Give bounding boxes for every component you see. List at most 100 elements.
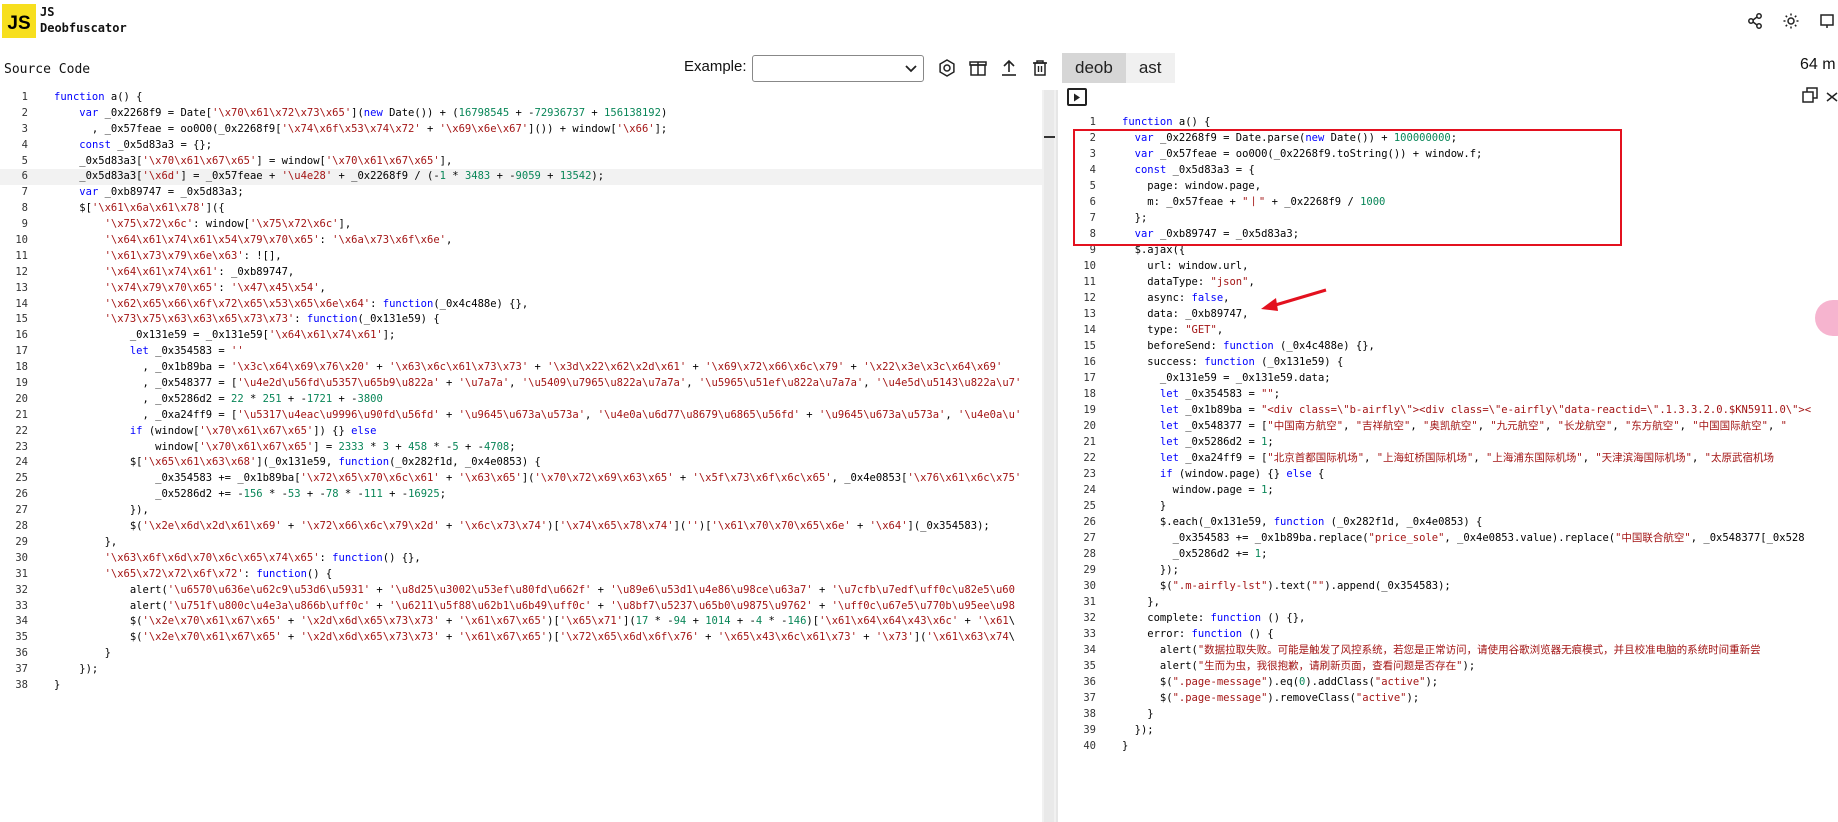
code-line[interactable]: 27 }), (0, 503, 1042, 519)
settings-icon[interactable] (936, 57, 958, 79)
code-line[interactable]: 5 _0x5d83a3['\x70\x61\x67\x65'] = window… (0, 154, 1042, 170)
line-number: 23 (15, 440, 28, 453)
code-line[interactable]: 34 alert("数据拉取失败。可能是触发了风控系统，若您是正常访问，请使用谷… (1062, 642, 1838, 658)
code-line[interactable]: 34 $('\x2e\x70\x61\x67\x65' + '\x2d\x6d\… (0, 614, 1042, 630)
code-line[interactable]: 21 , _0xa24ff9 = ['\u5317\u4eac\u9996\u9… (0, 408, 1042, 424)
line-number: 14 (1083, 324, 1096, 336)
example-select[interactable] (752, 55, 924, 82)
code-line[interactable]: 37 }); (0, 662, 1042, 678)
code-line[interactable]: 19 , _0x548377 = ['\u4e2d\u56fd\u5357\u6… (0, 376, 1042, 392)
code-line[interactable]: 38 } (1062, 706, 1838, 722)
code-line[interactable]: 26 _0x5286d2 += -156 * -53 + -78 * -111 … (0, 487, 1042, 503)
code-line[interactable]: 17 _0x131e59 = _0x131e59.data; (1062, 370, 1838, 386)
code-line[interactable]: 24 $['\x65\x61\x63\x68'](_0x131e59, func… (0, 455, 1042, 471)
code-line[interactable]: 33 alert('\u751f\u800c\u4e3a\u866b\uff0c… (0, 599, 1042, 615)
code-text: var _0x2268f9 = Date['\x70\x61\x72\x73\x… (79, 106, 668, 119)
copy-icon[interactable] (1802, 87, 1818, 108)
code-line[interactable]: 24 window.page = 1; (1062, 482, 1838, 498)
code-line[interactable]: 31 }, (1062, 594, 1838, 610)
code-line[interactable]: 18 let _0x354583 = ""; (1062, 386, 1838, 402)
line-number: 20 (15, 392, 28, 405)
code-line[interactable]: 8 $['\x61\x6a\x61\x78']({ (0, 201, 1042, 217)
share-icon[interactable] (1744, 10, 1766, 32)
code-line[interactable]: 22 let _0xa24ff9 = ["北京首都国际机场", "上海虹桥国际机… (1062, 450, 1838, 466)
code-line[interactable]: 36 } (0, 646, 1042, 662)
code-line[interactable]: 35 alert("生而为虫，我很抱歉，请刷新页面，查看问题是否存在"); (1062, 658, 1838, 674)
code-line[interactable]: 1 function a() { (0, 90, 1042, 106)
code-line[interactable]: 30 '\x63\x6f\x6d\x70\x6c\x65\x74\x65': f… (0, 551, 1042, 567)
code-line[interactable]: 12 async: false, (1062, 290, 1838, 306)
code-line[interactable]: 23 window['\x70\x61\x67\x65'] = 2333 * 3… (0, 440, 1042, 456)
code-line[interactable]: 4 const _0x5d83a3 = {}; (0, 138, 1042, 154)
code-line[interactable]: 35 $('\x2e\x70\x61\x67\x65' + '\x2d\x6d\… (0, 630, 1042, 646)
code-line[interactable]: 16 _0x131e59 = _0x131e59['\x64\x61\x74\x… (0, 328, 1042, 344)
code-line[interactable]: 38} (0, 678, 1042, 694)
code-line[interactable]: 30 $(".m-airfly-lst").text("").append(_0… (1062, 578, 1838, 594)
code-line[interactable]: 6 _0x5d83a3['\x6d'] = _0x57feae + '\u4e2… (0, 169, 1042, 186)
code-text: $(".page-message").eq(0).addClass("activ… (1122, 676, 1439, 688)
scrollbar-thumb[interactable] (1044, 90, 1054, 822)
code-line[interactable]: 26 $.each(_0x131e59, function (_0x282f1d… (1062, 514, 1838, 530)
upload-icon[interactable] (998, 57, 1020, 79)
code-line[interactable]: 14 '\x62\x65\x66\x6f\x72\x65\x53\x65\x6e… (0, 297, 1042, 313)
code-line[interactable]: 15 beforeSend: function (_0x4c488e) {}, (1062, 338, 1838, 354)
theme-sun-icon[interactable] (1780, 10, 1802, 32)
code-line[interactable]: 37 $(".page-message").removeClass("activ… (1062, 690, 1838, 706)
code-line[interactable]: 25 } (1062, 498, 1838, 514)
code-line[interactable]: 10 url: window.url, (1062, 258, 1838, 274)
code-text: if (window['\x70\x61\x67\x65']) {} else (129, 424, 377, 437)
trash-icon[interactable] (1029, 57, 1051, 79)
code-line[interactable]: 39 }); (1062, 722, 1838, 738)
code-line[interactable]: 32 complete: function () {}, (1062, 610, 1838, 626)
code-line[interactable]: 11 '\x61\x73\x79\x6e\x63': ![], (0, 249, 1042, 265)
code-line[interactable]: 28 _0x5286d2 += 1; (1062, 546, 1838, 562)
line-number: 31 (1083, 596, 1096, 608)
code-line[interactable]: 9 '\x75\x72\x6c': window['\x75\x72\x6c']… (0, 217, 1042, 233)
code-line[interactable]: 13 data: _0xb89747, (1062, 306, 1838, 322)
code-line[interactable]: 14 type: "GET", (1062, 322, 1838, 338)
code-line[interactable]: 16 success: function (_0x131e59) { (1062, 354, 1838, 370)
code-line[interactable]: 2 var _0x2268f9 = Date['\x70\x61\x72\x73… (0, 106, 1042, 122)
code-line[interactable]: 13 '\x74\x79\x70\x65': '\x47\x45\x54', (0, 281, 1042, 297)
code-text: $('\x2e\x70\x61\x67\x65' + '\x2d\x6d\x65… (54, 631, 1015, 644)
code-line[interactable]: 40} (1062, 738, 1838, 754)
tab-deob[interactable]: deob (1062, 53, 1126, 83)
code-line[interactable]: 21 let _0x5286d2 = 1; (1062, 434, 1838, 450)
code-line[interactable]: 22 if (window['\x70\x61\x67\x65']) {} el… (0, 424, 1042, 440)
code-text: _0x131e59 = _0x131e59['\x64\x61\x74\x61'… (54, 329, 396, 342)
code-line[interactable]: 25 _0x354583 += _0x1b89ba['\x72\x65\x70\… (0, 471, 1042, 487)
code-line[interactable]: 18 , _0x1b89ba = '\x3c\x64\x69\x76\x20' … (0, 360, 1042, 376)
source-scrollbar[interactable] (1042, 90, 1056, 822)
code-line[interactable]: 7 var _0xb89747 = _0x5d83a3; (0, 185, 1042, 201)
tab-ast[interactable]: ast (1125, 53, 1175, 83)
code-line[interactable]: 23 if (window.page) {} else { (1062, 466, 1838, 482)
code-line[interactable]: 32 alert('\u6570\u636e\u62c9\u53d6\u5931… (0, 583, 1042, 599)
code-line[interactable]: 29 }, (0, 535, 1042, 551)
code-line[interactable]: 3 , _0x57feae = oo0O0(_0x2268f9['\x74\x6… (0, 122, 1042, 138)
package-icon[interactable] (967, 57, 989, 79)
code-line[interactable]: 33 error: function () { (1062, 626, 1838, 642)
source-code-editor[interactable]: 1 function a() {2 var _0x2268f9 = Date['\… (0, 90, 1042, 822)
code-line[interactable]: 11 dataType: "json", (1062, 274, 1838, 290)
pane-divider[interactable] (1056, 90, 1058, 822)
code-line[interactable]: 15 '\x73\x75\x63\x63\x65\x73\x73': funct… (0, 312, 1042, 328)
code-line[interactable]: 29 }); (1062, 562, 1838, 578)
code-line[interactable]: 20 let _0x548377 = ["中国南方航空", "吉祥航空", "奥… (1062, 418, 1838, 434)
run-button[interactable] (1067, 88, 1087, 106)
code-line[interactable]: 1 function a() { (1062, 114, 1838, 130)
line-number: 16 (15, 329, 28, 342)
code-line[interactable]: 10 '\x64\x61\x74\x61\x54\x79\x70\x65': '… (0, 233, 1042, 249)
window-icon[interactable] (1816, 10, 1838, 32)
code-line[interactable]: 28 $('\x2e\x6d\x2d\x61\x69' + '\x72\x66\… (0, 519, 1042, 535)
code-line[interactable]: 27 _0x354583 += _0x1b89ba.replace("price… (1062, 530, 1838, 546)
wrap-icon[interactable] (1826, 90, 1838, 108)
code-line[interactable]: 20 , _0x5286d2 = 22 * 251 + -1721 + -380… (0, 392, 1042, 408)
code-line[interactable]: 12 '\x64\x61\x74\x61': _0xb89747, (0, 265, 1042, 281)
code-text: $.each(_0x131e59, function (_0x282f1d, _… (1122, 516, 1483, 528)
line-number: 34 (1083, 644, 1096, 656)
code-line[interactable]: 19 let _0x1b89ba = "<div class=\"b-airfl… (1062, 402, 1838, 418)
code-line[interactable]: 17 let _0x354583 = '' (0, 344, 1042, 360)
code-text: }, (54, 535, 118, 548)
code-line[interactable]: 31 '\x65\x72\x72\x6f\x72': function() { (0, 567, 1042, 583)
code-line[interactable]: 36 $(".page-message").eq(0).addClass("ac… (1062, 674, 1838, 690)
